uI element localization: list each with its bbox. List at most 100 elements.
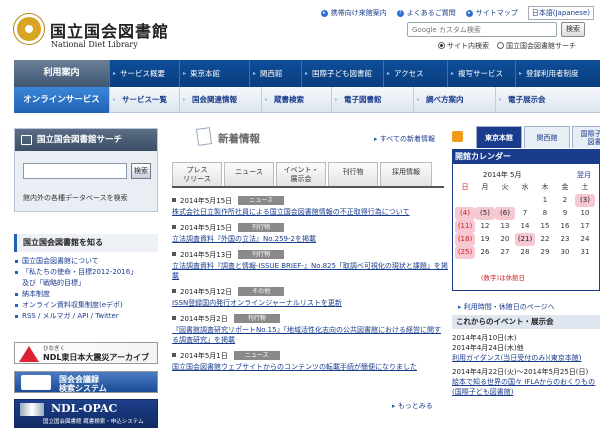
- news-date: 2014年5月1日: [172, 351, 228, 361]
- nav-tokyo-main[interactable]: 東京本館: [179, 60, 249, 87]
- news-tabs: プレス リリース ニュース イベント・ 展示会 刊行物 採用情報: [172, 162, 432, 186]
- nav-head-guide[interactable]: 利用案内: [14, 60, 109, 87]
- ndl-search-input[interactable]: [23, 163, 127, 179]
- news-link[interactable]: 国立国会図書館ウェブサイトからのコンテンツの転載手続が簡便になりました: [172, 362, 448, 372]
- calendar-day: 24: [580, 235, 590, 243]
- about-heading: 国立国会図書館を知る: [14, 234, 158, 252]
- edepo-link[interactable]: オンライン資料収集制度(eデポ): [14, 300, 164, 311]
- calendar-day: (18): [455, 233, 475, 246]
- calendar-day: 14: [520, 222, 530, 230]
- tabs-underline: [172, 186, 444, 188]
- diet-building-icon: [21, 375, 51, 390]
- calendar-day: 27: [500, 248, 510, 256]
- site-logo[interactable]: 国立国会図書館 National Diet Library: [14, 8, 174, 54]
- calendar-day: (25): [455, 246, 475, 259]
- events-list: 2014年4月10日(木) 2014年4月24日(木)他 利用ガイダンス(当日受…: [452, 333, 600, 397]
- calendar-day: 29: [540, 248, 550, 256]
- news-link[interactable]: 『図書館調査研究リポートNo.15』「地域活性化志向の公共図書館における経営に関…: [172, 325, 448, 345]
- calendar-week-row: (18) 19 20 (21) 22 23 24: [455, 233, 597, 246]
- nav-digital-library[interactable]: 電子図書館: [331, 87, 413, 113]
- nav-registered-users[interactable]: 登録利用者制度: [515, 60, 600, 87]
- nav-head-online[interactable]: オンラインサービス: [14, 87, 109, 113]
- news-link[interactable]: 立法調査資料『外国の立法』No.259-2を掲載: [172, 234, 448, 244]
- nav-digital-exhibition[interactable]: 電子展示会: [495, 87, 600, 113]
- rss-api-links[interactable]: RSS / メルマガ / API / Twitter: [14, 311, 164, 322]
- news-date: 2014年5月15日: [172, 196, 232, 206]
- nav-kansai[interactable]: 関西館: [249, 60, 301, 87]
- calendar-day: [515, 194, 535, 207]
- site-search-button[interactable]: 検索: [561, 22, 585, 37]
- ndl-search-title: 国立国会図書館サーチ: [15, 129, 157, 151]
- tab-events[interactable]: イベント・ 展示会: [276, 162, 326, 186]
- tab-publications[interactable]: 刊行物: [328, 162, 378, 186]
- nav-research-guide[interactable]: 調べ方案内: [413, 87, 495, 113]
- nav-service-list[interactable]: サービス一覧: [109, 87, 179, 113]
- event-link[interactable]: 絵本で知る世界の国々 IFLAからのおくりもの(国際子ども図書館): [452, 377, 600, 397]
- mission-link[interactable]: 「私たちの使命・目標2012-2016」: [14, 267, 164, 278]
- tab-news[interactable]: ニュース: [224, 162, 274, 186]
- calendar-weekday: 金: [561, 183, 569, 191]
- news-link[interactable]: 株式会社日立製作所社員による国立国会図書館情報の不正取得行為について: [172, 207, 448, 217]
- calendar-title: 開館カレンダー: [453, 150, 599, 164]
- mobile-guide-link[interactable]: ▸ 携帯向け来館案内: [320, 8, 387, 18]
- next-month-link[interactable]: 翌月: [577, 170, 591, 180]
- tab-tokyo[interactable]: 東京本館: [476, 126, 522, 148]
- calendar-day: 23: [560, 235, 570, 243]
- news-badge: その他: [238, 287, 285, 296]
- news-date: 2014年5月12日: [172, 287, 232, 297]
- news-link[interactable]: 立法調査資料『調査と情報-ISSUE BRIEF-』No.825「取調べ可視化の…: [172, 261, 448, 281]
- tab-kansai[interactable]: 関西館: [524, 126, 570, 148]
- books-icon: [20, 403, 44, 416]
- hinagiku-banner[interactable]: ひなぎく NDL東日本大震災アーカイブ: [14, 342, 158, 364]
- sitemap-link[interactable]: ▸ サイトマップ: [465, 8, 518, 18]
- news-link[interactable]: ISSN登録国内発行オンラインジャーナルリストを更新: [172, 298, 448, 308]
- nav-service-overview[interactable]: サービス概要: [109, 60, 179, 87]
- tab-jobs[interactable]: 採用情報: [380, 162, 432, 186]
- radio-icon: [497, 42, 504, 49]
- nav-children-library[interactable]: 国際子ども図書館: [301, 60, 383, 87]
- calendar-day: 16: [560, 222, 570, 230]
- news-list: 2014年5月15日 ニュース 株式会社日立製作所社員による国立国会図書館情報の不…: [172, 196, 448, 378]
- hours-link[interactable]: 利用時間・休館日のページへ: [458, 302, 555, 312]
- calendar-weekday: 月: [481, 183, 489, 191]
- calendar-day: 10: [580, 209, 590, 217]
- language-select[interactable]: 日本語(Japanese): [527, 6, 594, 20]
- scope-site-radio[interactable]: サイト内検索: [438, 41, 489, 51]
- all-news-link[interactable]: すべての新着情報: [374, 134, 435, 144]
- legal-deposit-link[interactable]: 納本制度: [14, 289, 164, 300]
- ndl-search-button[interactable]: 検索: [131, 163, 151, 179]
- nav-diet-info[interactable]: 国会関連情報: [179, 87, 261, 113]
- rss-icon[interactable]: [452, 131, 463, 142]
- site-search-input[interactable]: [407, 22, 557, 37]
- faq-link[interactable]: ? よくあるご質問: [396, 8, 456, 18]
- calendar-day: [455, 194, 475, 207]
- chrysanthemum-logo-icon: [14, 14, 44, 44]
- online-services-nav: オンラインサービス サービス一覧 国会関連情報 蔵書検索 電子図書館 調べ方案内…: [14, 87, 600, 113]
- about-ndl-link[interactable]: 国立国会図書館について: [14, 256, 164, 267]
- tab-press-release[interactable]: プレス リリース: [172, 162, 222, 186]
- calendar-weekday-row: 日月火水木金土: [455, 181, 597, 194]
- calendar-day: (21): [515, 233, 535, 246]
- news-title: 新着情報: [218, 133, 260, 145]
- calendar-day: (3): [575, 194, 595, 207]
- nav-copy-service[interactable]: 複写サービス: [447, 60, 515, 87]
- nav-access[interactable]: アクセス: [383, 60, 447, 87]
- news-badge: 刊行物: [233, 314, 280, 323]
- site-header: 国立国会図書館 National Diet Library ▸ 携帯向け来館案内 …: [0, 0, 600, 60]
- calendar-day: (4): [455, 207, 475, 220]
- news-item: 2014年5月15日 刊行物 立法調査資料『外国の立法』No.259-2を掲載: [172, 223, 448, 244]
- nav-catalog-search[interactable]: 蔵書検索: [261, 87, 331, 113]
- calendar-day: 9: [562, 209, 568, 217]
- logo-title-jp: 国立国会図書館: [50, 22, 170, 41]
- more-news-link[interactable]: もっとみる: [392, 401, 433, 411]
- strategy-link[interactable]: 及び「戦略的目標」: [14, 278, 164, 289]
- diet-minutes-banner[interactable]: 国会会議録 検索システム: [14, 371, 158, 393]
- event-link[interactable]: 利用ガイダンス(当日受付のみ)(東京本館): [452, 353, 600, 363]
- calendar-day: 20: [500, 235, 510, 243]
- calendar-day: 13: [500, 222, 510, 230]
- ndl-opac-banner[interactable]: NDL-OPAC 国立国会図書館 蔵書検索・申込システム: [14, 399, 158, 428]
- library-tabs: 東京本館 関西館 国際子ども 図書館: [476, 126, 600, 148]
- news-date: 2014年5月2日: [172, 314, 228, 324]
- scope-ndl-search-radio[interactable]: 国立国会図書館サーチ: [497, 41, 576, 51]
- tab-children[interactable]: 国際子ども 図書館: [572, 126, 600, 148]
